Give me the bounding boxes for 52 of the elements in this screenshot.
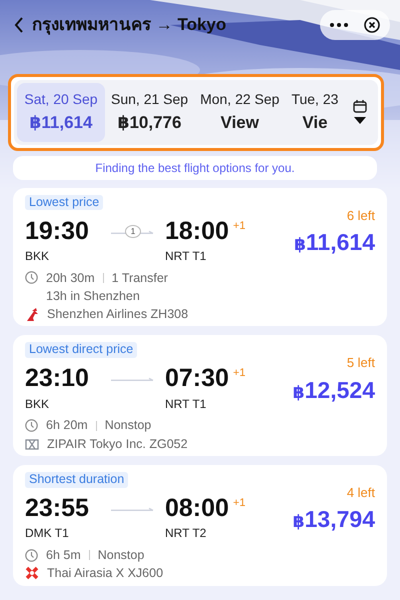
tag-label: Lowest direct price (25, 342, 138, 358)
clock-icon (25, 548, 38, 562)
tag-label: Shortest duration (25, 472, 128, 488)
date-tab[interactable]: Tue, 23 Vie (285, 83, 344, 142)
close-icon[interactable] (364, 17, 380, 33)
seats-left: 6 left (346, 206, 375, 224)
airport-code: NRT T2 (165, 526, 208, 542)
date-tab[interactable]: Sat, 20 Sep ฿11,614 (17, 83, 105, 142)
date-tab[interactable]: Mon, 22 Sep View (194, 83, 286, 142)
flight-duration: 20h 30m (46, 270, 95, 286)
departure-time: 23:55 (25, 494, 90, 522)
airline-name: Shenzhen Airlines ZH308 (47, 306, 188, 322)
arrival-time: 08:00 (165, 494, 229, 522)
departure-time: 23:10 (25, 365, 90, 393)
airline-name: ZIPAIR Tokyo Inc. ZG052 (47, 436, 188, 452)
airport-code: NRT T1 (165, 249, 208, 265)
stops-info: 1 Transfer (112, 270, 168, 286)
date-tab[interactable]: Sun, 21 Sep ฿10,776 (105, 83, 194, 142)
flight-duration: 6h 5m (46, 547, 81, 564)
clock-icon (25, 271, 38, 284)
route-arrow (111, 377, 155, 382)
page-title: กรุงเทพมหานคร → Tokyo (32, 14, 228, 37)
departure-time: 19:30 (25, 218, 90, 245)
arrival-time: 18:00 (165, 218, 229, 245)
layover-info: 13h in Shenzhen (46, 288, 141, 304)
day-offset: +1 (232, 366, 246, 382)
more-icon[interactable] (330, 23, 348, 27)
status-message: Finding the best flight options for you. (13, 156, 377, 180)
clock-icon (25, 419, 38, 432)
price: ฿12,524 (292, 376, 375, 405)
airport-code: BKK (25, 396, 50, 412)
airport-code: NRT T1 (165, 396, 208, 412)
day-offset: +1 (232, 218, 246, 234)
stops-info: Nonstop (98, 547, 144, 564)
day-offset: +1 (232, 496, 246, 511)
airline-name: Thai Airasia X XJ600 (47, 565, 164, 582)
stop-count: 1 (125, 224, 141, 238)
calendar-icon[interactable] (353, 100, 367, 114)
price: ฿13,794 (292, 505, 375, 534)
price: ฿11,614 (294, 228, 375, 257)
stops-info: Nonstop (104, 417, 152, 434)
airport-code: DMK T1 (25, 526, 70, 542)
flight-duration: 6h 20m (46, 417, 88, 434)
seats-left: 4 left (346, 484, 375, 502)
route-arrow (111, 506, 155, 511)
arrival-time: 07:30 (165, 365, 229, 393)
seats-left: 5 left (346, 354, 375, 372)
back-icon[interactable] (14, 17, 24, 33)
tag-label: Lowest price (25, 194, 104, 210)
route-arrow (111, 230, 155, 234)
dropdown-icon[interactable] (354, 117, 366, 124)
airport-code: BKK (25, 249, 50, 265)
